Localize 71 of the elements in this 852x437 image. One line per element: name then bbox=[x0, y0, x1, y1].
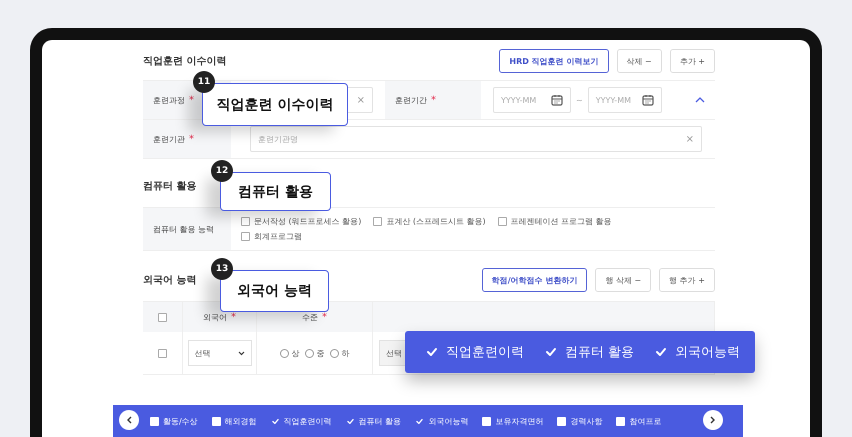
step-number-badge: 12 bbox=[211, 160, 233, 182]
checkbox[interactable] bbox=[158, 312, 167, 322]
checkbox-label: 직업훈련이력 bbox=[284, 416, 332, 426]
radio-button[interactable] bbox=[330, 348, 338, 358]
link-button[interactable]: 학점/어학점수 변환하기 bbox=[482, 268, 588, 292]
checkbox-label: 표계산 (스프레드시트 활용) bbox=[386, 216, 486, 227]
callout-tooltip: 외국어 능력 bbox=[220, 270, 329, 312]
radio-button[interactable] bbox=[280, 348, 288, 358]
checkbox[interactable] bbox=[557, 416, 566, 426]
check-icon[interactable] bbox=[270, 416, 280, 426]
action-button[interactable]: 추가 + bbox=[670, 49, 715, 73]
column-header: 외국어 bbox=[203, 312, 227, 322]
next-button[interactable] bbox=[703, 410, 723, 430]
item-label: 외국어능력 bbox=[675, 344, 740, 361]
field-label: 훈련과정 bbox=[153, 94, 185, 106]
checkbox-label: 외국어능력 bbox=[428, 416, 468, 426]
checkbox[interactable] bbox=[241, 232, 250, 241]
checkbox-label: 참여프로 bbox=[629, 416, 662, 426]
checkbox[interactable] bbox=[373, 217, 382, 226]
radio-label: 상 bbox=[292, 348, 300, 358]
radio-button[interactable] bbox=[304, 348, 314, 358]
action-button[interactable]: 삭제 − bbox=[616, 49, 662, 73]
required-mark: * bbox=[189, 94, 194, 106]
chevron-right-icon bbox=[710, 416, 716, 424]
checkbox-label: 문서작성 (워드프로세스 활용) bbox=[254, 216, 362, 227]
checkbox-label: 경력사항 bbox=[570, 416, 602, 426]
required-mark: * bbox=[189, 134, 194, 144]
calendar-icon[interactable] bbox=[551, 94, 563, 106]
action-button[interactable]: 행 추가 + bbox=[659, 268, 715, 292]
calendar-icon[interactable] bbox=[642, 94, 654, 106]
checkbox-label: 프레젠테이션 프로그램 활용 bbox=[510, 216, 612, 227]
required-mark: * bbox=[231, 312, 236, 322]
link-button[interactable]: HRD 직업훈련 이력보기 bbox=[499, 49, 608, 73]
checkbox[interactable] bbox=[241, 217, 250, 226]
previous-button[interactable] bbox=[119, 410, 139, 430]
checkbox[interactable] bbox=[212, 416, 221, 426]
item-label: 직업훈련이력 bbox=[446, 344, 524, 361]
checkbox[interactable] bbox=[158, 348, 167, 358]
chevron-left-icon bbox=[126, 416, 132, 424]
field-label: 컴퓨터 활용 능력 bbox=[153, 224, 214, 234]
language-select[interactable]: 선택 bbox=[188, 340, 252, 366]
checkbox[interactable] bbox=[616, 416, 626, 426]
checkbox-label: 보유자격면허 bbox=[495, 416, 544, 426]
section-title: 직업훈련 이수이력 bbox=[143, 55, 226, 68]
required-mark: * bbox=[322, 312, 327, 322]
checkbox-label: 회계프로그램 bbox=[254, 231, 302, 242]
item-label: 컴퓨터 활용 bbox=[565, 344, 634, 361]
step-number-badge: 13 bbox=[211, 258, 233, 280]
chevron-down-icon[interactable] bbox=[238, 350, 244, 356]
checkbox[interactable] bbox=[482, 416, 492, 426]
field-label: 훈련기간 bbox=[395, 94, 427, 106]
checkbox-label: 활동/수상 bbox=[163, 416, 198, 426]
checkbox[interactable] bbox=[498, 217, 507, 226]
section-title: 외국어 능력 bbox=[143, 274, 196, 287]
chevron-up-icon[interactable] bbox=[695, 97, 705, 103]
callout-tooltip: 컴퓨터 활용 bbox=[220, 172, 331, 211]
range-separator: ~ bbox=[576, 96, 583, 104]
section-title: 컴퓨터 활용 bbox=[143, 180, 196, 193]
checkbox[interactable] bbox=[150, 416, 159, 426]
required-mark: * bbox=[431, 94, 436, 106]
check-icon[interactable] bbox=[415, 416, 424, 426]
checkbox-label: 해외경험 bbox=[224, 416, 257, 426]
check-icon[interactable] bbox=[346, 416, 355, 426]
callout-tooltip: 직업훈련 이수이력 bbox=[202, 83, 348, 126]
action-button[interactable]: 행 삭제 − bbox=[595, 268, 652, 292]
step-number-badge: 11 bbox=[193, 71, 215, 93]
checkbox-label: 컴퓨터 활용 bbox=[358, 416, 402, 426]
field-label: 훈련기관 bbox=[153, 134, 185, 144]
radio-label: 중 bbox=[316, 348, 324, 358]
radio-label: 하 bbox=[342, 348, 350, 358]
column-header: 수준 bbox=[302, 312, 318, 322]
